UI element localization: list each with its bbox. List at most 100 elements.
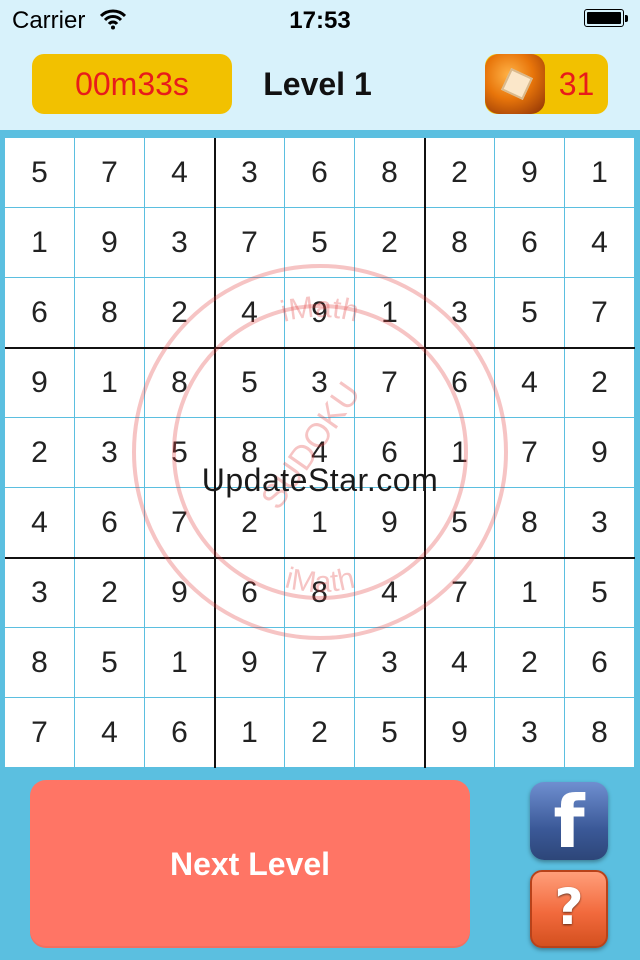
sudoku-cell[interactable]: 2 — [75, 558, 145, 628]
sudoku-cell[interactable]: 1 — [565, 138, 635, 208]
sudoku-cell[interactable]: 3 — [215, 138, 285, 208]
sudoku-cell[interactable]: 6 — [355, 418, 425, 488]
level-title: Level 1 — [263, 66, 372, 102]
sudoku-cell[interactable]: 8 — [495, 488, 565, 558]
timer-display: 00m33s — [32, 54, 232, 114]
sudoku-cell[interactable]: 4 — [215, 278, 285, 348]
sudoku-cell[interactable]: 2 — [495, 628, 565, 698]
block-divider — [214, 138, 216, 768]
sudoku-cell[interactable]: 2 — [285, 698, 355, 768]
sudoku-cell[interactable]: 7 — [425, 558, 495, 628]
sudoku-cell[interactable]: 1 — [285, 488, 355, 558]
status-time: 17:53 — [289, 7, 351, 34]
sudoku-cell[interactable]: 7 — [355, 348, 425, 418]
sudoku-cell[interactable]: 7 — [5, 698, 75, 768]
sudoku-cell[interactable]: 3 — [285, 348, 355, 418]
sudoku-cell[interactable]: 5 — [285, 208, 355, 278]
sudoku-cell[interactable]: 4 — [565, 208, 635, 278]
block-divider — [5, 557, 635, 559]
sudoku-cell[interactable]: 8 — [565, 698, 635, 768]
sudoku-cell[interactable]: 8 — [75, 278, 145, 348]
sudoku-cell[interactable]: 8 — [5, 628, 75, 698]
sudoku-cell[interactable]: 8 — [145, 348, 215, 418]
sudoku-cell[interactable]: 2 — [425, 138, 495, 208]
sudoku-cell[interactable]: 6 — [75, 488, 145, 558]
next-level-button[interactable]: Next Level — [30, 780, 470, 948]
sudoku-cell[interactable]: 5 — [75, 628, 145, 698]
sudoku-cell[interactable]: 1 — [5, 208, 75, 278]
sudoku-cell[interactable]: 8 — [285, 558, 355, 628]
battery-icon — [584, 9, 628, 29]
sudoku-cell[interactable]: 6 — [285, 138, 355, 208]
sudoku-cell[interactable]: 5 — [215, 348, 285, 418]
sudoku-board: 5743682911937528646824913579185376422358… — [5, 138, 635, 768]
sudoku-cell[interactable]: 6 — [215, 558, 285, 628]
sudoku-cell[interactable]: 7 — [75, 138, 145, 208]
sudoku-cell[interactable]: 8 — [215, 418, 285, 488]
sudoku-cell[interactable]: 3 — [565, 488, 635, 558]
sudoku-cell[interactable]: 4 — [145, 138, 215, 208]
sudoku-cell[interactable]: 2 — [355, 208, 425, 278]
sudoku-cell[interactable]: 4 — [425, 628, 495, 698]
sudoku-cell[interactable]: 9 — [565, 418, 635, 488]
sudoku-cell[interactable]: 3 — [355, 628, 425, 698]
sudoku-cell[interactable]: 4 — [285, 418, 355, 488]
sudoku-cell[interactable]: 6 — [425, 348, 495, 418]
sudoku-cell[interactable]: 7 — [565, 278, 635, 348]
help-icon: ? — [554, 878, 584, 936]
sudoku-cell[interactable]: 2 — [5, 418, 75, 488]
sudoku-cell[interactable]: 2 — [145, 278, 215, 348]
sudoku-cell[interactable]: 3 — [495, 698, 565, 768]
sudoku-cell[interactable]: 8 — [425, 208, 495, 278]
sudoku-cell[interactable]: 5 — [355, 698, 425, 768]
sudoku-cell[interactable]: 3 — [425, 278, 495, 348]
sudoku-cell[interactable]: 9 — [495, 138, 565, 208]
sudoku-cell[interactable]: 9 — [145, 558, 215, 628]
sudoku-cell[interactable]: 6 — [145, 698, 215, 768]
sudoku-cell[interactable]: 5 — [565, 558, 635, 628]
sudoku-cell[interactable]: 5 — [495, 278, 565, 348]
sudoku-cell[interactable]: 9 — [75, 208, 145, 278]
game-header: 00m33s Level 1 31 — [0, 40, 640, 130]
sudoku-cell[interactable]: 1 — [425, 418, 495, 488]
sudoku-cell[interactable]: 7 — [145, 488, 215, 558]
sudoku-cell[interactable]: 6 — [5, 278, 75, 348]
sudoku-cell[interactable]: 2 — [565, 348, 635, 418]
sudoku-cell[interactable]: 1 — [215, 698, 285, 768]
sudoku-cell[interactable]: 8 — [355, 138, 425, 208]
status-bar: Carrier 17:53 — [0, 0, 640, 40]
sudoku-cell[interactable]: 9 — [425, 698, 495, 768]
help-button[interactable]: ? — [530, 870, 608, 948]
sudoku-cell[interactable]: 9 — [5, 348, 75, 418]
sudoku-cell[interactable]: 5 — [425, 488, 495, 558]
sudoku-cell[interactable]: 7 — [495, 418, 565, 488]
sudoku-cell[interactable]: 3 — [5, 558, 75, 628]
sudoku-cell[interactable]: 6 — [495, 208, 565, 278]
sudoku-cell[interactable]: 9 — [355, 488, 425, 558]
sudoku-cell[interactable]: 1 — [355, 278, 425, 348]
sudoku-cell[interactable]: 3 — [75, 418, 145, 488]
sudoku-cell[interactable]: 4 — [495, 348, 565, 418]
sudoku-cell[interactable]: 2 — [215, 488, 285, 558]
coin-icon — [485, 54, 545, 114]
sudoku-cell[interactable]: 4 — [355, 558, 425, 628]
coin-count: 31 — [558, 66, 595, 102]
sudoku-cell[interactable]: 5 — [5, 138, 75, 208]
sudoku-cell[interactable]: 1 — [145, 628, 215, 698]
sudoku-cell[interactable]: 7 — [285, 628, 355, 698]
block-divider — [5, 347, 635, 349]
sudoku-cell[interactable]: 1 — [75, 348, 145, 418]
sudoku-cell[interactable]: 4 — [5, 488, 75, 558]
coin-counter: 31 — [485, 54, 608, 114]
facebook-share-button[interactable]: f — [530, 782, 608, 860]
sudoku-cell[interactable]: 1 — [495, 558, 565, 628]
sudoku-grid: 5743682911937528646824913579185376422358… — [5, 138, 635, 768]
sudoku-cell[interactable]: 6 — [565, 628, 635, 698]
block-divider — [424, 138, 426, 768]
sudoku-cell[interactable]: 9 — [285, 278, 355, 348]
sudoku-cell[interactable]: 3 — [145, 208, 215, 278]
sudoku-cell[interactable]: 4 — [75, 698, 145, 768]
sudoku-cell[interactable]: 5 — [145, 418, 215, 488]
sudoku-cell[interactable]: 7 — [215, 208, 285, 278]
sudoku-cell[interactable]: 9 — [215, 628, 285, 698]
